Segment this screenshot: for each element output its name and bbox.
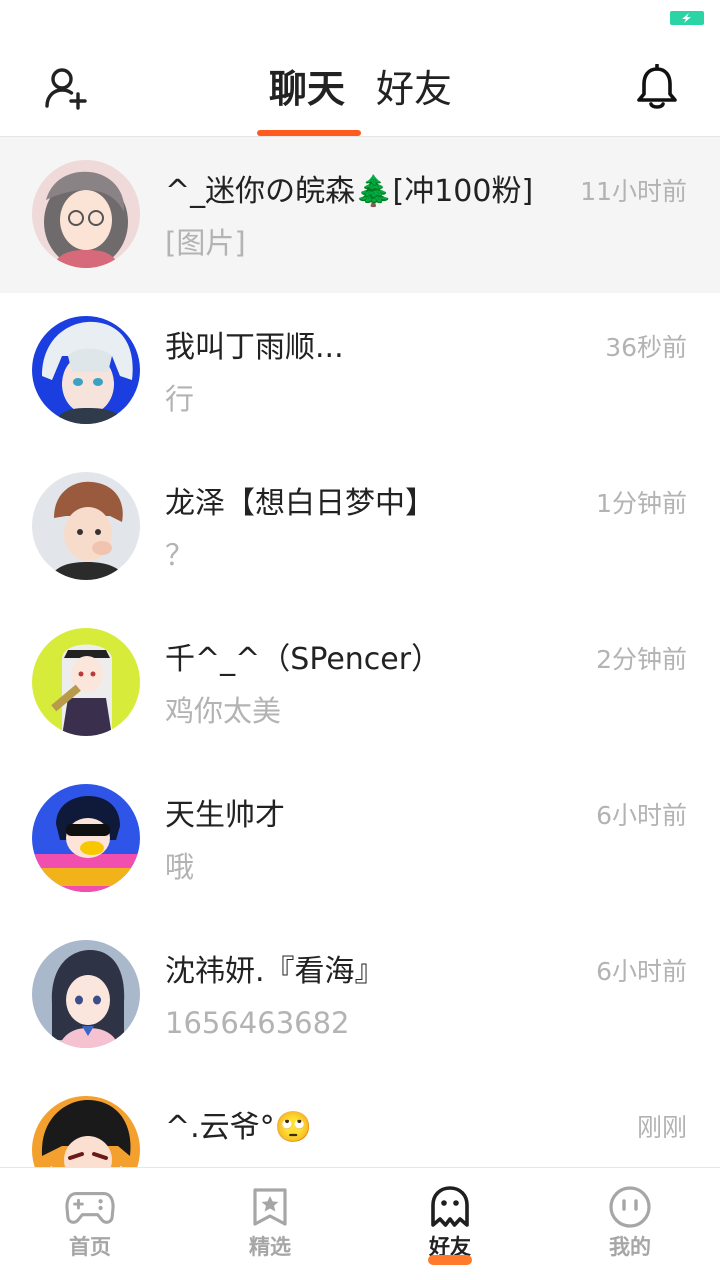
avatar[interactable] <box>32 940 140 1048</box>
ghost-icon <box>425 1184 475 1230</box>
contact-name: 我叫丁雨顺... <box>165 330 344 365</box>
message-time: 刚刚 <box>636 1113 687 1142</box>
avatar[interactable] <box>32 160 140 268</box>
contact-name: ^_迷你の皖森🌲[冲100粉] <box>165 174 534 209</box>
message-time: 11小时前 <box>580 177 687 206</box>
nav-featured[interactable]: 精选 <box>180 1168 360 1280</box>
message-preview: 行 <box>165 382 195 416</box>
avatar[interactable] <box>32 1096 140 1167</box>
star-badge-icon <box>245 1184 295 1230</box>
nav-home[interactable]: 首页 <box>0 1168 180 1280</box>
add-user-icon <box>45 68 87 110</box>
top-bar: 聊天 好友 <box>0 40 720 137</box>
nav-label: 首页 <box>69 1235 111 1259</box>
nav-label: 精选 <box>249 1235 291 1259</box>
contact-name: ^.云爷°🙄 <box>165 1110 313 1145</box>
avatar[interactable] <box>32 628 140 736</box>
nav-friends[interactable]: 好友 <box>360 1168 540 1280</box>
active-nav-indicator <box>428 1255 472 1265</box>
tab-chat[interactable]: 聊天 <box>269 66 345 112</box>
nav-me[interactable]: 我的 <box>540 1168 720 1280</box>
contact-name: 千^_^（SPencer） <box>165 642 442 677</box>
message-time: 1分钟前 <box>596 489 687 518</box>
chat-row[interactable]: ^_迷你の皖森🌲[冲100粉] 11小时前 [图片] <box>0 137 720 293</box>
message-time: 6小时前 <box>596 801 687 830</box>
message-time: 6小时前 <box>596 957 687 986</box>
contact-name: 沈祎妍.『看海』 <box>165 954 385 989</box>
chat-row[interactable]: 千^_^（SPencer） 2分钟前 鸡你太美 <box>0 605 720 761</box>
chat-list: ^_迷你の皖森🌲[冲100粉] 11小时前 [图片] 我叫丁雨顺... 36秒前… <box>0 137 720 1167</box>
message-time: 36秒前 <box>605 333 687 362</box>
nav-label: 我的 <box>609 1235 651 1259</box>
contact-name: 天生帅才 <box>165 798 285 833</box>
chat-row[interactable]: 我叫丁雨顺... 36秒前 行 <box>0 293 720 449</box>
chat-row[interactable]: ^.云爷°🙄 刚刚 <box>0 1073 720 1167</box>
tab-friends[interactable]: 好友 <box>376 66 452 112</box>
avatar[interactable] <box>32 316 140 424</box>
status-bar <box>0 0 720 40</box>
chat-row[interactable]: 天生帅才 6小时前 哦 <box>0 761 720 917</box>
bell-icon <box>637 64 677 109</box>
bottom-navigation: 首页 精选 好友 我的 <box>0 1167 720 1280</box>
contact-name: 龙泽【想白日梦中】 <box>165 486 435 521</box>
message-preview: 哦 <box>165 850 195 884</box>
message-time: 2分钟前 <box>596 645 687 674</box>
battery-icon <box>670 11 704 25</box>
chat-row[interactable]: 龙泽【想白日梦中】 1分钟前 ？ <box>0 449 720 605</box>
gamepad-icon <box>65 1184 115 1230</box>
notification-button[interactable] <box>632 62 682 112</box>
message-preview: [图片] <box>165 226 246 260</box>
message-preview: 鸡你太美 <box>165 694 282 728</box>
active-tab-indicator <box>257 130 361 136</box>
avatar[interactable] <box>32 472 140 580</box>
add-friend-button[interactable] <box>40 64 90 114</box>
chat-row[interactable]: 沈祎妍.『看海』 6小时前 1656463682 <box>0 917 720 1073</box>
message-preview: ？ <box>165 538 195 572</box>
message-preview: 1656463682 <box>165 1006 350 1040</box>
avatar[interactable] <box>32 784 140 892</box>
face-icon <box>605 1184 655 1230</box>
